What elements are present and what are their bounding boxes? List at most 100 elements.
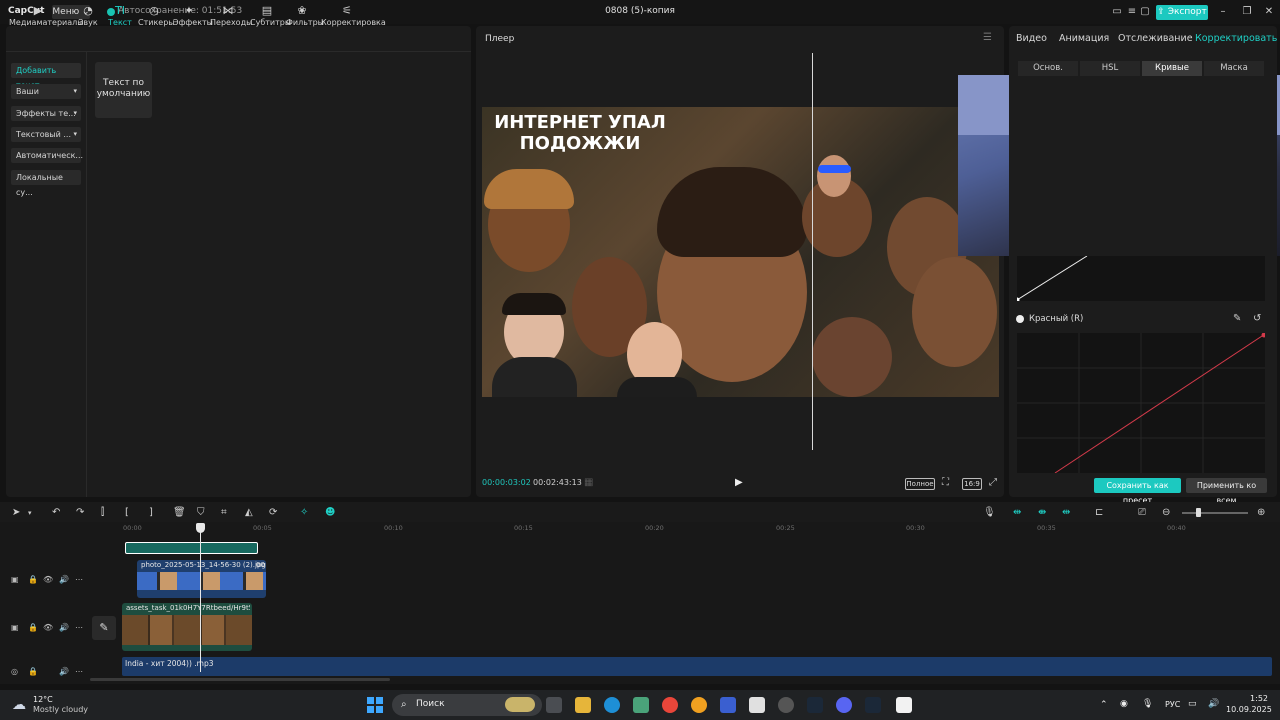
- mirror-icon[interactable]: ◭: [245, 507, 253, 518]
- player-menu-icon[interactable]: ☰: [983, 32, 992, 43]
- play-button[interactable]: ▶: [735, 477, 743, 488]
- timeline-ruler[interactable]: 00:00 00:05 00:10 00:15 00:20 00:25 00:3…: [120, 524, 1280, 536]
- sidebar-item-auto[interactable]: Автоматическ...: [11, 148, 83, 163]
- aspect-ratio-button[interactable]: 16:9: [962, 478, 982, 490]
- tool-subtitles[interactable]: ▤ Субтитры: [250, 4, 291, 27]
- sidebar-item-text-templates[interactable]: Текстовый ... ▾: [11, 127, 81, 142]
- redo-icon[interactable]: ↷: [76, 507, 84, 518]
- app-icon[interactable]: [749, 697, 765, 713]
- task-view-icon[interactable]: [546, 697, 562, 713]
- fullscreen-icon[interactable]: ⤢: [989, 477, 997, 488]
- clock-date[interactable]: 10.09.2025: [1226, 705, 1272, 714]
- chevron-up-icon[interactable]: ⌃: [1100, 700, 1108, 710]
- quality-full-button[interactable]: Полное: [905, 478, 935, 490]
- track-cover-icon[interactable]: ▣: [11, 575, 19, 584]
- export-button[interactable]: ⇪ Экспорт: [1156, 5, 1208, 20]
- zoom-slider-handle[interactable]: [1196, 508, 1201, 517]
- split-icon[interactable]: ⫿: [101, 507, 104, 518]
- split-right-icon[interactable]: ]: [149, 507, 153, 518]
- chrome-icon[interactable]: [662, 697, 678, 713]
- track-cover-icon[interactable]: ▣: [11, 623, 19, 632]
- volume-icon[interactable]: 🔊: [1208, 699, 1219, 709]
- maximize-icon[interactable]: ❐: [1242, 7, 1252, 17]
- sidebar-item-local[interactable]: Локальные су...: [11, 170, 81, 197]
- zoom-in-icon[interactable]: ⊕: [1257, 507, 1265, 518]
- shortcuts-icon[interactable]: ≡: [1127, 7, 1137, 17]
- zoom-slider[interactable]: [1182, 512, 1248, 514]
- weather-description[interactable]: Mostly cloudy: [33, 705, 88, 714]
- tool-transitions[interactable]: ⋈ Переходы: [210, 4, 252, 27]
- steam-icon[interactable]: [807, 697, 823, 713]
- stats-app-icon[interactable]: [720, 697, 736, 713]
- tab-tracking[interactable]: Отслеживание: [1118, 33, 1193, 44]
- speaker-icon[interactable]: 🔊: [59, 575, 69, 584]
- tool-adjust[interactable]: ⚟ Корректировка: [321, 4, 386, 27]
- tool-text[interactable]: TI Текст: [108, 4, 132, 27]
- obs-icon[interactable]: [778, 697, 794, 713]
- capcut-taskbar-icon[interactable]: [896, 697, 912, 713]
- eyedropper-icon[interactable]: ✎: [1233, 313, 1241, 324]
- windows-start-icon[interactable]: [367, 697, 383, 713]
- split-left-icon[interactable]: [: [125, 507, 129, 518]
- link-main-track-icon[interactable]: ⇹: [1013, 507, 1021, 518]
- cutout-icon[interactable]: ☻: [325, 507, 335, 518]
- apply-all-button[interactable]: Применить ко всем: [1186, 478, 1267, 505]
- linkage-icon[interactable]: ⇹: [1062, 507, 1070, 518]
- tab-animation[interactable]: Анимация: [1059, 33, 1109, 44]
- reset-icon[interactable]: ↺: [1253, 313, 1261, 324]
- lock-icon[interactable]: 🔒: [28, 575, 38, 584]
- yandex-icon[interactable]: [691, 697, 707, 713]
- default-text-card[interactable]: Текст по умолчанию: [95, 62, 152, 118]
- layout-icon[interactable]: ▭: [1112, 7, 1122, 17]
- app-icon[interactable]: [633, 697, 649, 713]
- red-channel-toggle[interactable]: [1016, 315, 1024, 323]
- clock-time[interactable]: 1:52: [1238, 694, 1268, 703]
- timeline-playhead[interactable]: [200, 524, 201, 672]
- more-icon[interactable]: ⋯: [75, 575, 83, 584]
- video-caption[interactable]: ИНТЕРНЕТ УПАЛ ПОДОЖЖИ: [482, 112, 678, 154]
- eye-icon[interactable]: 👁: [43, 623, 53, 632]
- lock-icon[interactable]: 🔒: [28, 667, 38, 676]
- tool-stickers[interactable]: ◷ Стикеры: [138, 4, 175, 27]
- settings-icon[interactable]: ▢: [1140, 7, 1150, 17]
- tool-media[interactable]: ▶ Медиаматериалы: [9, 4, 84, 27]
- weather-cloud-icon[interactable]: ☁: [12, 697, 26, 713]
- crop-icon[interactable]: ⛶: [942, 477, 949, 488]
- sidebar-item-add-text[interactable]: Добавить текст: [11, 63, 81, 90]
- cover-edit-button[interactable]: ✎: [92, 616, 116, 640]
- text-clip[interactable]: [125, 542, 258, 554]
- steam-icon[interactable]: [865, 697, 881, 713]
- edge-icon[interactable]: [604, 697, 620, 713]
- caption-icon[interactable]: ⎚: [1138, 507, 1146, 518]
- luma-curve-editor[interactable]: [1014, 255, 1265, 303]
- subtab-hsl[interactable]: HSL: [1080, 61, 1140, 76]
- subtab-curves[interactable]: Кривые: [1142, 61, 1202, 76]
- eye-icon[interactable]: 👁: [43, 575, 53, 584]
- weather-temperature[interactable]: 12°C: [33, 695, 53, 704]
- subtab-basic[interactable]: Основ.: [1018, 61, 1078, 76]
- delete-icon[interactable]: 🗑: [173, 507, 186, 518]
- tool-filters[interactable]: ❀ Фильтры: [286, 4, 324, 27]
- zoom-out-icon[interactable]: ⊖: [1162, 507, 1170, 518]
- magnet-icon[interactable]: ⇼: [1038, 507, 1046, 518]
- microphone-icon[interactable]: 🎙: [983, 507, 996, 518]
- more-icon[interactable]: ⋯: [75, 667, 83, 676]
- sidebar-item-text-effects[interactable]: Эффекты те... ▾: [11, 106, 81, 121]
- chevron-down-icon[interactable]: ▾: [28, 509, 32, 517]
- lock-icon[interactable]: 🔒: [28, 623, 38, 632]
- tool-effects[interactable]: ✦ Эффекты: [173, 4, 213, 27]
- undo-icon[interactable]: ↶: [52, 507, 60, 518]
- playhead-handle[interactable]: [196, 523, 205, 533]
- red-curve-editor[interactable]: [1017, 332, 1267, 474]
- save-preset-button[interactable]: Сохранить как пресет: [1094, 478, 1181, 505]
- minimize-icon[interactable]: –: [1218, 7, 1228, 17]
- subtab-mask[interactable]: Маска: [1204, 61, 1264, 76]
- tab-adjust[interactable]: Корректировать: [1195, 33, 1277, 44]
- speaker-icon[interactable]: 🔊: [59, 667, 69, 676]
- crop-tool-icon[interactable]: ⌗: [221, 507, 227, 518]
- language-indicator[interactable]: РУС: [1165, 700, 1180, 709]
- audio-clip[interactable]: [122, 657, 1272, 676]
- tray-app-icon[interactable]: ◉: [1120, 699, 1128, 709]
- network-icon[interactable]: ▭: [1188, 699, 1197, 709]
- close-icon[interactable]: ✕: [1264, 7, 1274, 17]
